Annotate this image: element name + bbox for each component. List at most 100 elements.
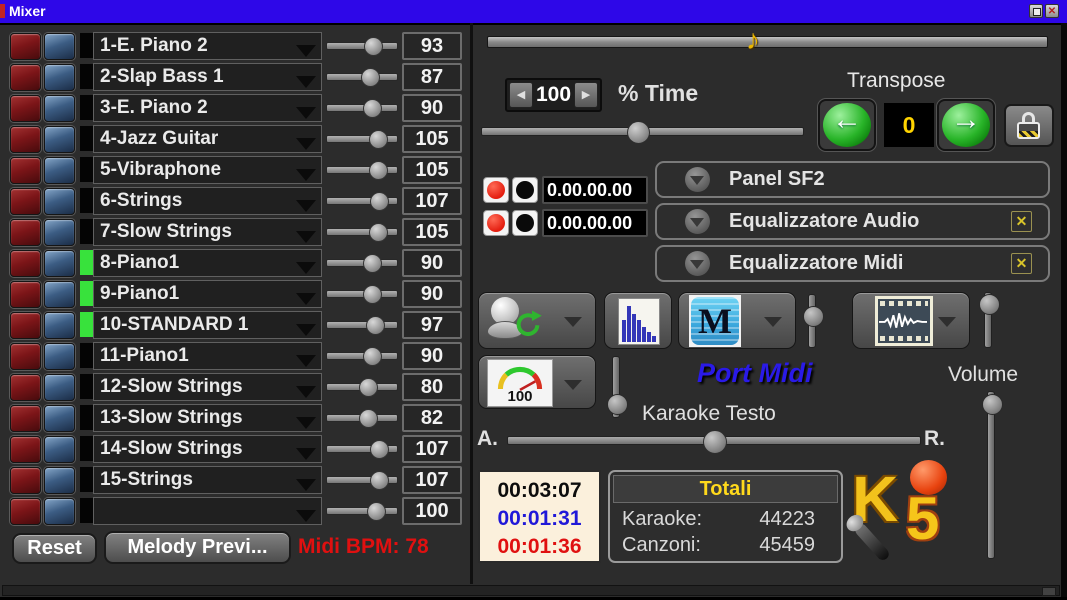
speaker-button[interactable] xyxy=(44,126,75,153)
speaker-button[interactable] xyxy=(44,467,75,494)
mute-button[interactable] xyxy=(10,157,41,184)
speaker-button[interactable] xyxy=(44,281,75,308)
mute-button[interactable] xyxy=(10,126,41,153)
speaker-button[interactable] xyxy=(44,250,75,277)
mute-button[interactable] xyxy=(10,250,41,277)
slider-knob[interactable] xyxy=(363,99,382,118)
close-panel-button[interactable]: ✕ xyxy=(1011,253,1032,274)
slider-knob[interactable] xyxy=(363,285,382,304)
close-panel-button[interactable]: ✕ xyxy=(1011,211,1032,232)
stop-button[interactable] xyxy=(512,177,538,203)
instrument-select[interactable]: 2-Slap Bass 1 xyxy=(93,63,322,91)
instrument-select[interactable] xyxy=(93,497,322,525)
channel-volume-slider[interactable] xyxy=(326,466,398,494)
channel-volume-slider[interactable] xyxy=(326,32,398,60)
transpose-lock-button[interactable] xyxy=(1004,104,1054,147)
speaker-button[interactable] xyxy=(44,157,75,184)
slider-knob[interactable] xyxy=(982,394,1003,415)
channel-volume-slider[interactable] xyxy=(326,373,398,401)
mute-button[interactable] xyxy=(10,374,41,401)
mute-button[interactable] xyxy=(10,219,41,246)
scrollbar-thumb[interactable] xyxy=(1042,587,1056,596)
time-percent-slider[interactable] xyxy=(481,119,804,143)
instrument-select[interactable]: 11-Piano1 xyxy=(93,342,322,370)
record-button[interactable] xyxy=(483,210,509,236)
channel-volume-slider[interactable] xyxy=(326,311,398,339)
slider-knob[interactable] xyxy=(367,502,386,521)
master-volume-slider[interactable] xyxy=(982,391,1001,559)
slider-knob[interactable] xyxy=(369,161,388,180)
slider-knob[interactable] xyxy=(366,316,385,335)
slider-knob[interactable] xyxy=(627,121,650,144)
time-percent-increase-button[interactable]: ▶ xyxy=(574,82,598,108)
mute-button[interactable] xyxy=(10,64,41,91)
mute-button[interactable] xyxy=(10,498,41,525)
instrument-select[interactable]: 1-E. Piano 2 xyxy=(93,32,322,60)
speaker-button[interactable] xyxy=(44,374,75,401)
instrument-select[interactable]: 3-E. Piano 2 xyxy=(93,94,322,122)
close-window-button[interactable]: ✕ xyxy=(1045,4,1059,18)
speaker-button[interactable] xyxy=(44,219,75,246)
slider-knob[interactable] xyxy=(803,306,824,327)
stop-button[interactable] xyxy=(512,210,538,236)
speaker-button[interactable] xyxy=(44,64,75,91)
channel-volume-slider[interactable] xyxy=(326,249,398,277)
karaoke-balance-slider[interactable] xyxy=(507,430,921,454)
mute-button[interactable] xyxy=(10,95,41,122)
record-button[interactable] xyxy=(483,177,509,203)
speaker-button[interactable] xyxy=(44,436,75,463)
soundbank-sync-button[interactable] xyxy=(478,292,596,349)
slider-knob[interactable] xyxy=(979,294,1000,315)
transpose-up-button[interactable]: → xyxy=(937,99,995,151)
instrument-select[interactable]: 6-Strings xyxy=(93,187,322,215)
audio-wave-button[interactable] xyxy=(852,292,970,349)
melody-preview-button[interactable]: Melody Previ... xyxy=(104,531,291,564)
slider-knob[interactable] xyxy=(363,254,382,273)
bpm-gauge-button[interactable]: 100 xyxy=(478,355,596,409)
instrument-select[interactable]: 9-Piano1 xyxy=(93,280,322,308)
slider-knob[interactable] xyxy=(370,192,389,211)
instrument-select[interactable]: 7-Slow Strings xyxy=(93,218,322,246)
slider-knob[interactable] xyxy=(369,223,388,242)
spectrum-button[interactable] xyxy=(604,292,672,349)
mute-button[interactable] xyxy=(10,188,41,215)
channel-volume-slider[interactable] xyxy=(326,218,398,246)
channel-volume-slider[interactable] xyxy=(326,63,398,91)
speaker-button[interactable] xyxy=(44,343,75,370)
instrument-select[interactable]: 8-Piano1 xyxy=(93,249,322,277)
restore-window-button[interactable] xyxy=(1029,4,1043,18)
reset-button[interactable]: Reset xyxy=(12,533,97,564)
mute-button[interactable] xyxy=(10,343,41,370)
mute-button[interactable] xyxy=(10,33,41,60)
expand-panel-button[interactable] xyxy=(685,167,710,192)
slider-knob[interactable] xyxy=(607,394,628,415)
midi-level-slider[interactable] xyxy=(803,294,822,348)
audio-level-slider[interactable] xyxy=(979,292,998,348)
speaker-button[interactable] xyxy=(44,498,75,525)
slider-knob[interactable] xyxy=(363,347,382,366)
instrument-select[interactable]: 10-STANDARD 1 xyxy=(93,311,322,339)
speaker-button[interactable] xyxy=(44,188,75,215)
mute-button[interactable] xyxy=(10,467,41,494)
mute-button[interactable] xyxy=(10,312,41,339)
midi-engine-button[interactable]: M xyxy=(678,292,796,349)
instrument-select[interactable]: 15-Strings xyxy=(93,466,322,494)
mute-button[interactable] xyxy=(10,281,41,308)
expand-panel-button[interactable] xyxy=(685,209,710,234)
slider-knob[interactable] xyxy=(359,378,378,397)
song-position-slider[interactable]: ♪ xyxy=(487,36,1048,48)
channel-volume-slider[interactable] xyxy=(326,280,398,308)
slider-knob[interactable] xyxy=(369,130,388,149)
channel-volume-slider[interactable] xyxy=(326,435,398,463)
time-percent-decrease-button[interactable]: ◀ xyxy=(509,82,533,108)
instrument-select[interactable]: 12-Slow Strings xyxy=(93,373,322,401)
speaker-button[interactable] xyxy=(44,405,75,432)
channel-volume-slider[interactable] xyxy=(326,125,398,153)
slider-knob[interactable] xyxy=(361,68,380,87)
slider-knob[interactable] xyxy=(370,440,389,459)
channel-volume-slider[interactable] xyxy=(326,342,398,370)
instrument-select[interactable]: 14-Slow Strings xyxy=(93,435,322,463)
instrument-select[interactable]: 5-Vibraphone xyxy=(93,156,322,184)
speaker-button[interactable] xyxy=(44,312,75,339)
slider-knob[interactable] xyxy=(703,430,727,454)
